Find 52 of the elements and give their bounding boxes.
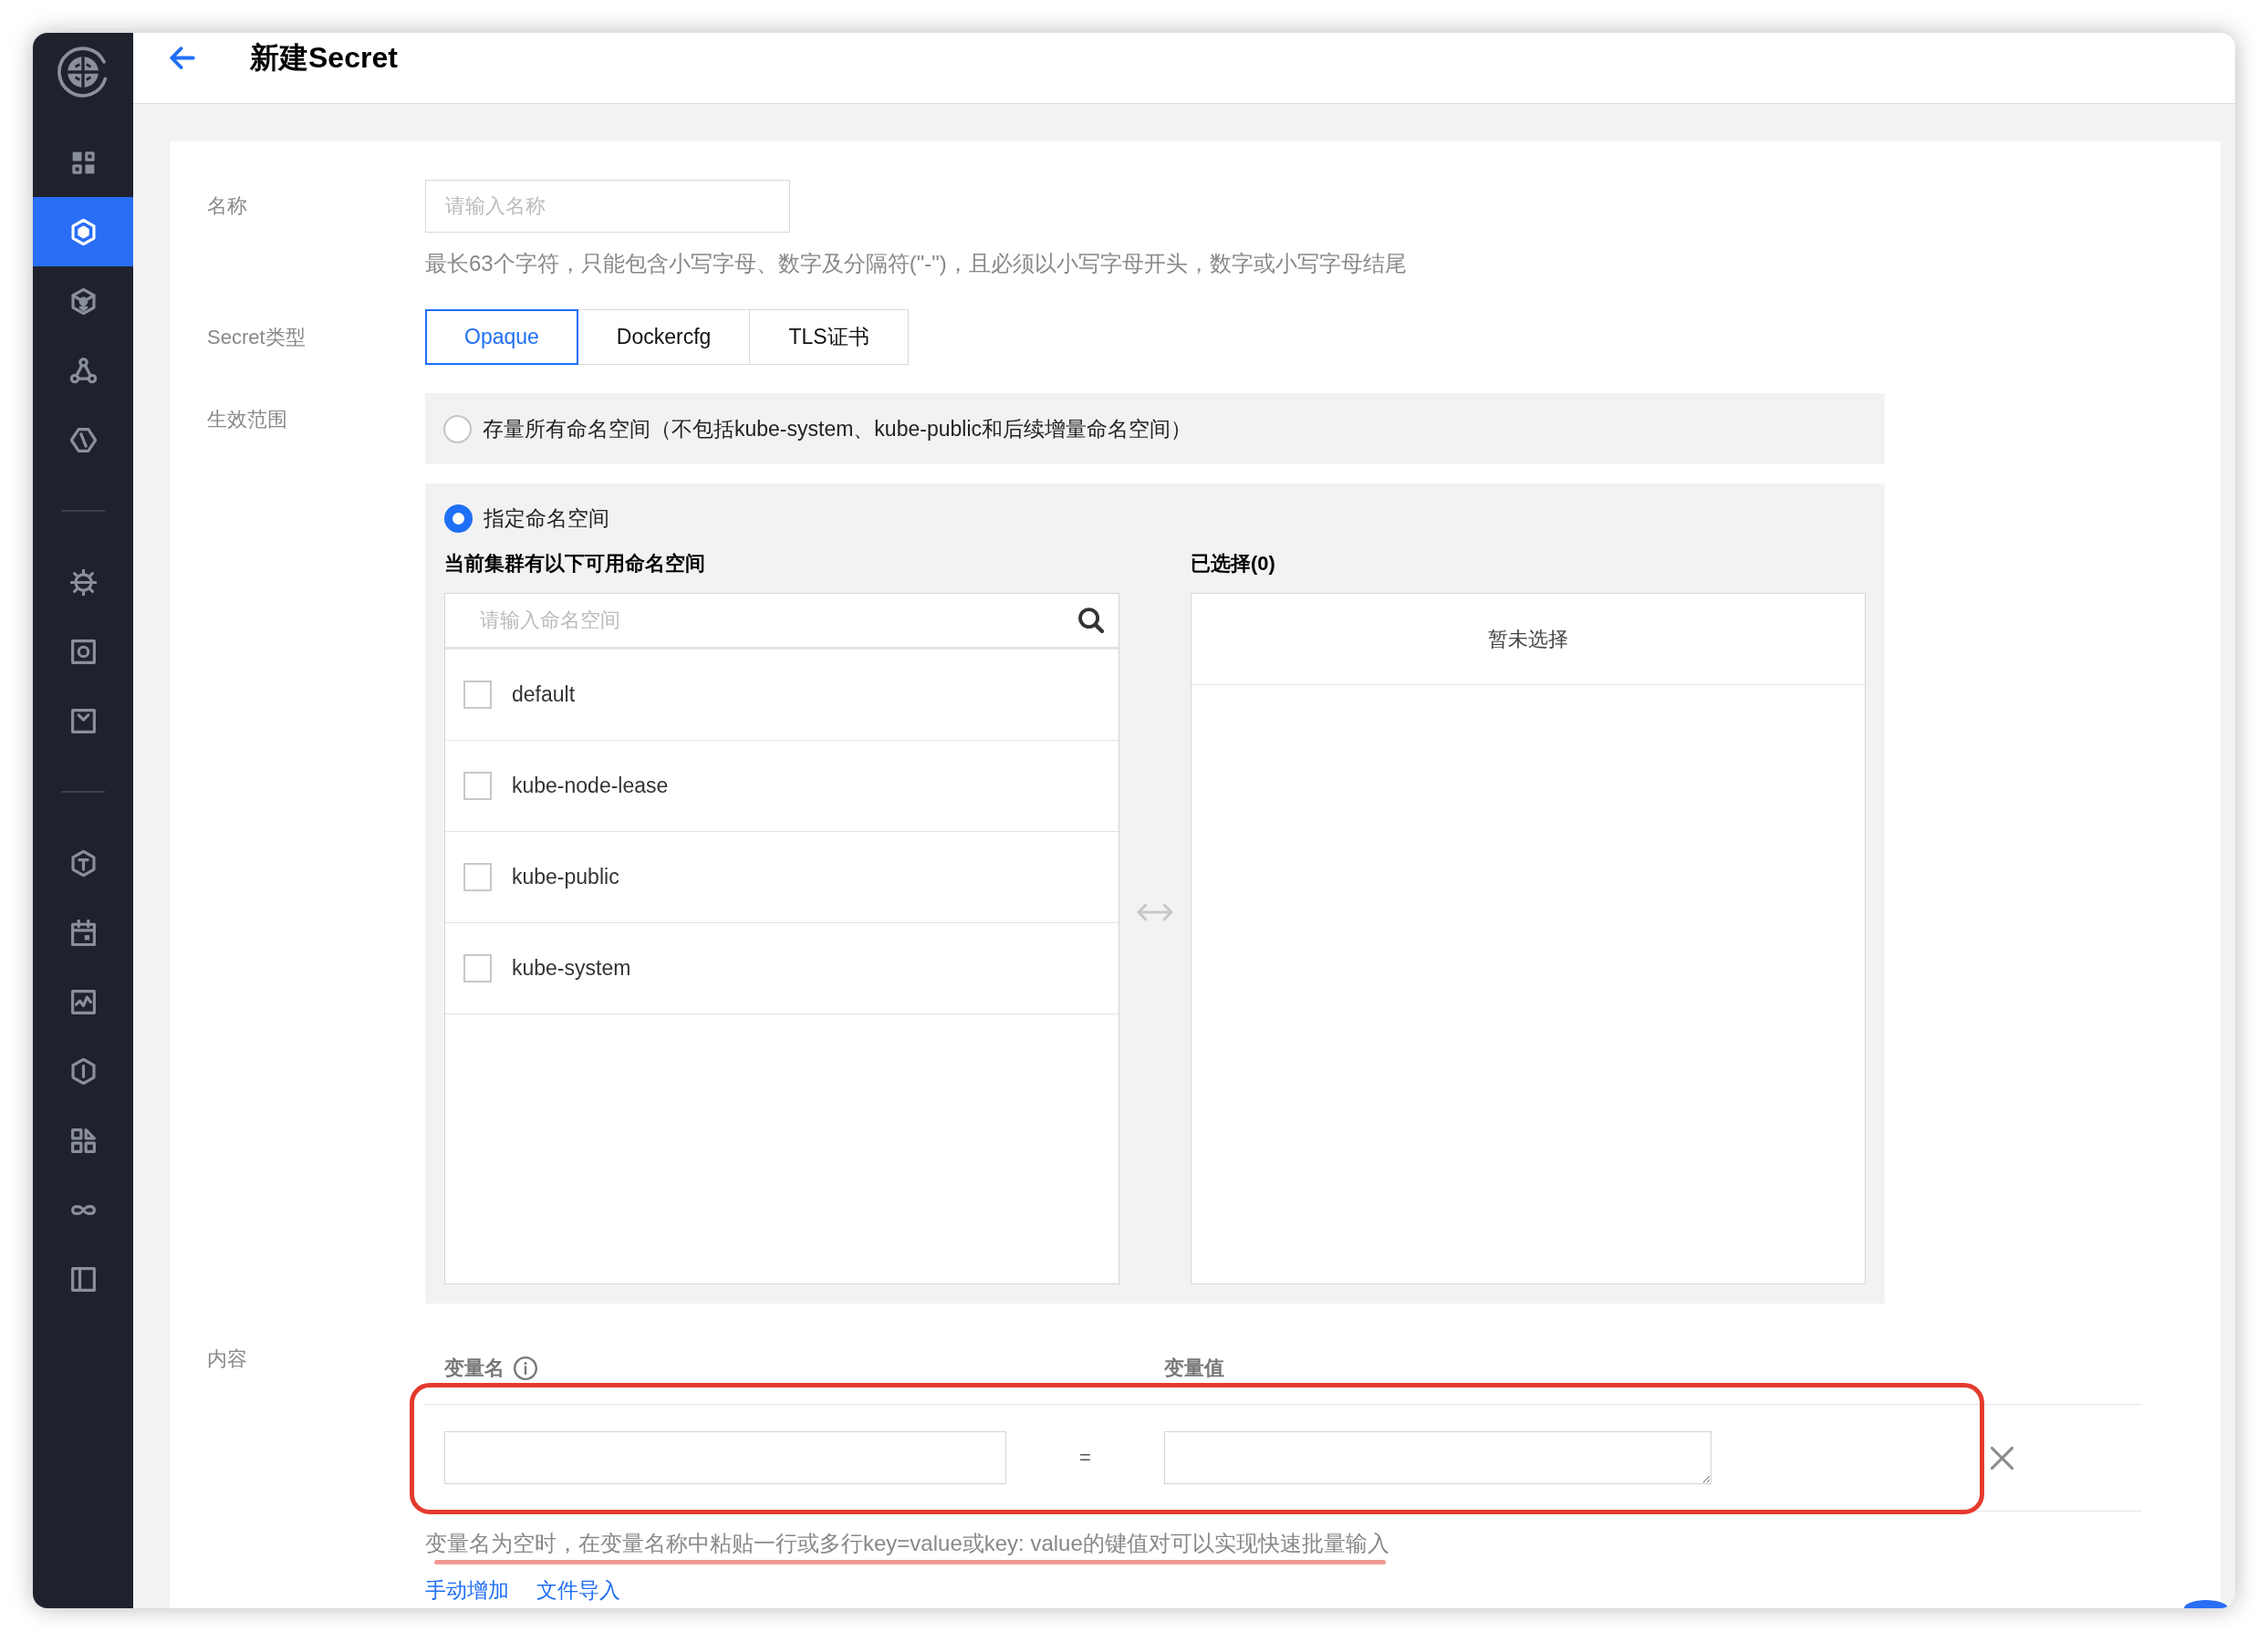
field-label: 内容 xyxy=(207,1346,247,1372)
chart-icon xyxy=(69,988,97,1015)
arrow-left-icon xyxy=(170,46,195,69)
column-header: 变量名 xyxy=(444,1356,505,1381)
hint-text: 最长63个字符，只能包含小写字母、数字及分隔符("-")，且必须以小写字母开头，数字或小写字母结尾 xyxy=(425,250,1407,277)
namespace-row[interactable]: kube-system xyxy=(445,923,1118,1014)
triangle-nodes-icon xyxy=(69,357,97,384)
action-link[interactable]: 手动增加 xyxy=(425,1576,509,1604)
calendar-icon xyxy=(69,919,97,946)
list-title: 已选择(0) xyxy=(1191,551,1275,577)
field-label: 名称 xyxy=(207,193,247,219)
type-tab[interactable]: Dockercfg xyxy=(577,309,751,365)
empty-text: 暂未选择 xyxy=(1488,626,1568,652)
namespace-row[interactable]: default xyxy=(445,650,1118,741)
sidebar-item[interactable] xyxy=(33,197,133,266)
hexagon-slash-icon xyxy=(69,426,97,453)
cube-icon xyxy=(69,287,97,315)
search-field[interactable]: 请输入命名空间 xyxy=(480,602,1078,639)
hexagon-letter-icon xyxy=(69,849,97,877)
checkbox[interactable] xyxy=(463,772,492,800)
floating-button[interactable] xyxy=(2184,1600,2228,1608)
hexagon-line-icon xyxy=(69,1057,97,1085)
double-arrow-icon xyxy=(1137,903,1173,921)
name-input[interactable]: 请输入名称 xyxy=(425,180,790,233)
hexagon-icon xyxy=(69,218,97,245)
value-input[interactable] xyxy=(1164,1431,1711,1484)
key-input[interactable] xyxy=(444,1431,1006,1484)
page-title: 新建Secret xyxy=(250,40,398,76)
remove-row-button[interactable] xyxy=(1991,1446,2013,1470)
checkbox[interactable] xyxy=(463,863,492,891)
equals-sign: = xyxy=(1079,1446,1091,1470)
square-chevron-icon xyxy=(69,707,97,734)
search-icon xyxy=(1078,608,1104,633)
grid-icon xyxy=(69,149,97,176)
radio-option[interactable]: 存量所有命名空间（不包括kube-system、kube-public和后续增量命名空间） xyxy=(443,412,1191,445)
checkbox[interactable] xyxy=(463,954,492,982)
radio-option[interactable]: 指定命名空间 xyxy=(444,502,609,535)
action-link[interactable]: 文件导入 xyxy=(536,1576,620,1604)
field-label: Secret类型 xyxy=(207,325,306,350)
field-label: 生效范围 xyxy=(207,407,287,432)
gear-icon xyxy=(69,568,97,596)
hint-text: 变量名为空时，在变量名称中粘贴一行或多行key=value或key: value的键值对可以实现快速批量输入 xyxy=(425,1530,1389,1557)
list-title: 当前集群有以下可用命名空间 xyxy=(444,551,705,577)
type-tab[interactable]: Opaque xyxy=(425,309,578,365)
namespace-row[interactable]: kube-node-lease xyxy=(445,741,1118,832)
checkbox[interactable] xyxy=(463,681,492,709)
column-header: 变量值 xyxy=(1164,1356,1224,1381)
close-icon xyxy=(1991,1446,2013,1470)
panel-icon xyxy=(69,1265,97,1293)
namespace-row[interactable]: kube-public xyxy=(445,832,1118,923)
type-tab[interactable]: TLS证书 xyxy=(749,309,909,365)
grid-triangle-icon xyxy=(69,1127,97,1154)
